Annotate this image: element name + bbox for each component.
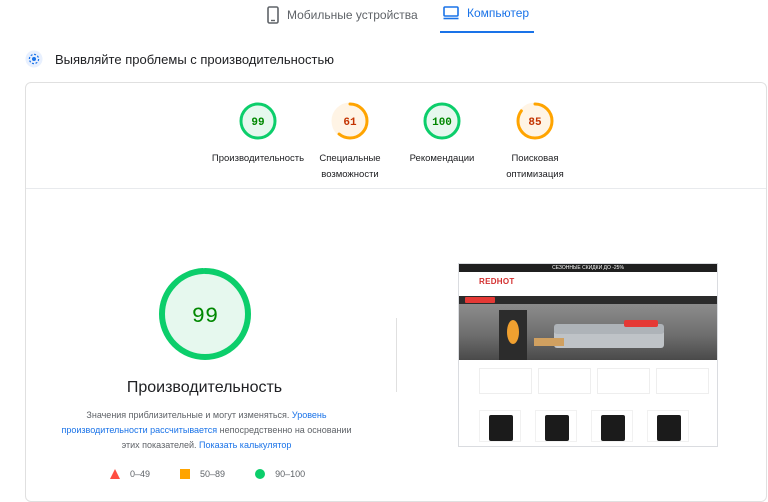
circle-icon (255, 469, 266, 479)
screenshot-products (479, 410, 689, 442)
device-tabs: Мобильные устройства Компьютер (0, 0, 768, 36)
gauge-label: Поисковая оптимизация (506, 153, 564, 180)
performance-gauge: 99 (159, 268, 251, 360)
tab-desktop-label: Компьютер (467, 6, 530, 20)
tab-mobile[interactable]: Мобильные устройства (267, 6, 418, 24)
screenshot-logo: REDHOT (479, 277, 515, 286)
gauge-label: Рекомендации (409, 153, 475, 164)
tab-mobile-label: Мобильные устройства (287, 8, 418, 22)
gauge-label: Производительность (211, 153, 305, 164)
gauge-best-practices[interactable]: 100 Рекомендации (392, 101, 492, 167)
gauge-score: 61 (343, 117, 357, 129)
gauge-label: Специальные возможности (319, 153, 381, 180)
tab-desktop[interactable]: Компьютер (443, 6, 529, 20)
lab-data-icon (25, 50, 43, 68)
performance-note: Значения приблизительные и могут изменят… (61, 410, 352, 450)
report-card: 99 Производительность 61 Специальные возм… (25, 82, 767, 502)
section-header: Выявляйте проблемы с производительностью (25, 50, 334, 68)
smartphone-icon (267, 6, 279, 24)
screenshot-features (479, 368, 709, 394)
divider (26, 188, 766, 189)
active-tab-indicator (440, 31, 534, 33)
gauge-ring: 61 (331, 102, 369, 140)
gauge-ring: 85 (516, 102, 554, 140)
gauge-accessibility[interactable]: 61 Специальные возможности (300, 101, 400, 183)
desktop-icon (443, 6, 459, 20)
screenshot-banner: СЕЗОННЫЕ СКИДКИ ДО -25% (459, 264, 717, 272)
calculator-link[interactable]: Показать калькулятор (199, 440, 291, 450)
gauge-ring: 99 (239, 102, 277, 140)
performance-title: Производительность (126, 379, 283, 396)
gauge-ring: 100 (423, 102, 461, 140)
gauge-seo[interactable]: 85 Поисковая оптимизация (485, 101, 585, 183)
triangle-icon (110, 469, 120, 479)
screenshot-nav (459, 296, 717, 304)
gauge-score: 99 (251, 117, 264, 129)
sofa-scene (499, 310, 664, 360)
screenshot-hero (459, 304, 717, 360)
square-icon (180, 469, 191, 479)
vertical-divider (396, 318, 397, 392)
performance-score: 99 (192, 304, 218, 329)
legend-pass: 90–100 (255, 469, 305, 479)
gauge-score: 85 (528, 117, 542, 129)
gauge-score: 100 (432, 117, 452, 129)
page-screenshot[interactable]: СЕЗОННЫЕ СКИДКИ ДО -25% REDHOT (458, 263, 718, 447)
section-title: Выявляйте проблемы с производительностью (55, 51, 335, 67)
legend-average: 50–89 (180, 469, 225, 479)
score-legend: 0–49 50–89 90–100 (110, 469, 305, 479)
gauge-performance[interactable]: 99 Производительность (208, 101, 308, 167)
legend-fail: 0–49 (110, 469, 150, 479)
